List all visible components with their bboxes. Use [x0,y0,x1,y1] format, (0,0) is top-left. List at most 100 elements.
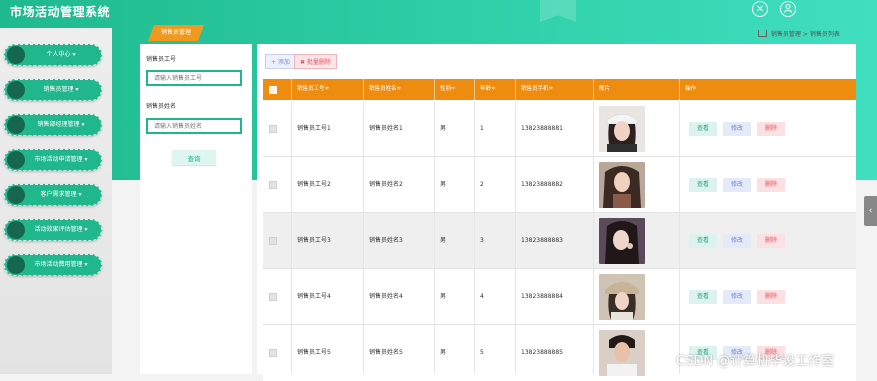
delete-button[interactable]: 删除 [757,122,785,136]
cell-age: 3 [480,237,484,244]
cell-phone: 13823888881 [521,125,563,132]
search-button[interactable]: 查询 [172,150,216,165]
salesperson-photo[interactable] [599,330,645,376]
cell-age: 1 [480,125,484,132]
header-divider [515,79,516,100]
filter-panel: 销售员工号 销售员姓名 查询 [140,44,252,374]
header-divider [679,79,680,100]
cell-name: 销售员姓名4 [369,293,403,300]
cell-gender: 男 [440,125,447,132]
header-divider [474,79,475,100]
col-header-age[interactable]: 年龄≑ [476,79,496,100]
cell-gender: 男 [440,293,447,300]
cell-age: 2 [480,181,484,188]
select-all-checkbox[interactable] [269,86,277,94]
salesperson-photo[interactable] [599,274,645,320]
salesperson-photo[interactable] [599,106,645,152]
sidebar-item-effect-evaluation[interactable]: 活动效果评估管理 ▾ [4,219,102,241]
view-button[interactable]: 查看 [689,122,717,136]
delete-button[interactable]: 删除 [757,234,785,248]
cell-name: 销售员姓名1 [369,125,403,132]
cell-gender: 男 [440,237,447,244]
row-checkbox[interactable] [269,349,277,357]
row-checkbox[interactable] [269,181,277,189]
cell-name: 销售员姓名2 [369,181,403,188]
view-button[interactable]: 查看 [689,290,717,304]
table-row: 销售员工号2 销售员姓名2 男 2 13823888882 查看 修改 删除 [263,157,856,213]
edit-button[interactable]: 修改 [723,122,751,136]
delete-button[interactable]: 删除 [757,178,785,192]
menu-dot-icon [7,46,25,64]
edit-button[interactable]: 修改 [723,290,751,304]
column-divider [515,101,516,374]
menu-dot-icon [7,116,25,134]
salesperson-name-label: 销售员姓名 [146,103,177,110]
batch-delete-button[interactable]: ✖ 批量删除 [294,54,337,69]
cell-id: 销售员工号4 [297,293,331,300]
close-circle-icon[interactable]: ✕ [752,1,768,17]
cell-id: 销售员工号2 [297,181,331,188]
row-checkbox[interactable] [269,125,277,133]
header-divider [363,79,364,100]
col-header-gender[interactable]: 性别≑ [436,79,456,100]
sidebar-item-customer-demand[interactable]: 客户需求管理 ▾ [4,184,102,206]
breadcrumb-separator: > [802,31,808,38]
view-button[interactable]: 查看 [689,178,717,192]
salesperson-photo[interactable] [599,218,645,264]
sidebar-item-personal-center[interactable]: 个人中心 ▾ [4,44,102,66]
salesperson-id-label: 销售员工号 [146,56,177,63]
table-header: 销售员工号≑ 销售员姓名≑ 性别≑ 年龄≑ 销售员手机≑ 照片 操作 [263,79,856,100]
header-divider [593,79,594,100]
breadcrumb-current: 销售员列表 [809,31,840,38]
col-header-photo: 照片 [599,86,611,92]
cell-phone: 13823888883 [521,237,563,244]
menu-dot-icon [7,256,25,274]
cell-gender: 男 [440,181,447,188]
cell-name: 销售员姓名5 [369,349,403,356]
cell-age: 4 [480,293,484,300]
salesperson-id-input[interactable] [146,70,242,86]
menu-dot-icon [7,186,25,204]
cell-gender: 男 [440,349,447,356]
sidebar-item-activity-application[interactable]: 市场活动申请管理 ▾ [4,149,102,171]
edit-button[interactable]: 修改 [723,234,751,248]
row-checkbox[interactable] [269,237,277,245]
table-row: 销售员工号3 销售员姓名3 男 3 13823888883 查看 修改 删除 [263,213,856,269]
row-divider [263,156,856,157]
sidebar-item-salesperson[interactable]: 销售员管理 ▾ [4,79,102,101]
breadcrumb: 销售员管理 > 销售员列表 [758,29,840,38]
sidebar: 个人中心 ▾ 销售员管理 ▾ 销售部经理管理 ▾ 市场活动申请管理 ▾ 客户需求… [0,28,112,374]
tab-salesperson-management[interactable]: 销售员管理 [148,25,204,41]
home-icon[interactable] [758,30,767,37]
cell-name: 销售员姓名3 [369,237,403,244]
collapse-panel-icon[interactable]: ‹ [864,196,877,226]
menu-dot-icon [7,151,25,169]
sidebar-item-sales-manager[interactable]: 销售部经理管理 ▾ [4,114,102,136]
user-icon[interactable] [780,1,796,17]
cell-id: 销售员工号3 [297,237,331,244]
add-button[interactable]: + 添加 [265,54,296,69]
cell-id: 销售员工号5 [297,349,331,356]
table-row: 销售员工号1 销售员姓名1 男 1 13823888881 查看 修改 删除 [263,101,856,157]
col-header-name[interactable]: 销售员姓名≑ [365,79,401,100]
delete-button[interactable]: 删除 [757,290,785,304]
edit-button[interactable]: 修改 [723,178,751,192]
cell-phone: 13823888882 [521,181,563,188]
menu-dot-icon [7,221,25,239]
row-checkbox[interactable] [269,293,277,301]
breadcrumb-home[interactable]: 销售员管理 [771,31,801,38]
view-button[interactable]: 查看 [689,234,717,248]
header-divider [291,79,292,100]
decorative-ribbon [540,0,576,22]
menu-dot-icon [7,81,25,99]
column-divider [474,101,475,374]
cell-age: 5 [480,349,484,356]
column-divider [363,101,364,374]
col-header-phone[interactable]: 销售员手机≑ [517,79,553,100]
col-header-id[interactable]: 销售员工号≑ [293,79,329,100]
column-divider [434,101,435,374]
salesperson-name-input[interactable] [146,118,242,134]
salesperson-photo[interactable] [599,162,645,208]
sidebar-item-activity-cost[interactable]: 市场活动费用管理 ▾ [4,254,102,276]
app-title: 市场活动管理系统 [10,5,111,19]
